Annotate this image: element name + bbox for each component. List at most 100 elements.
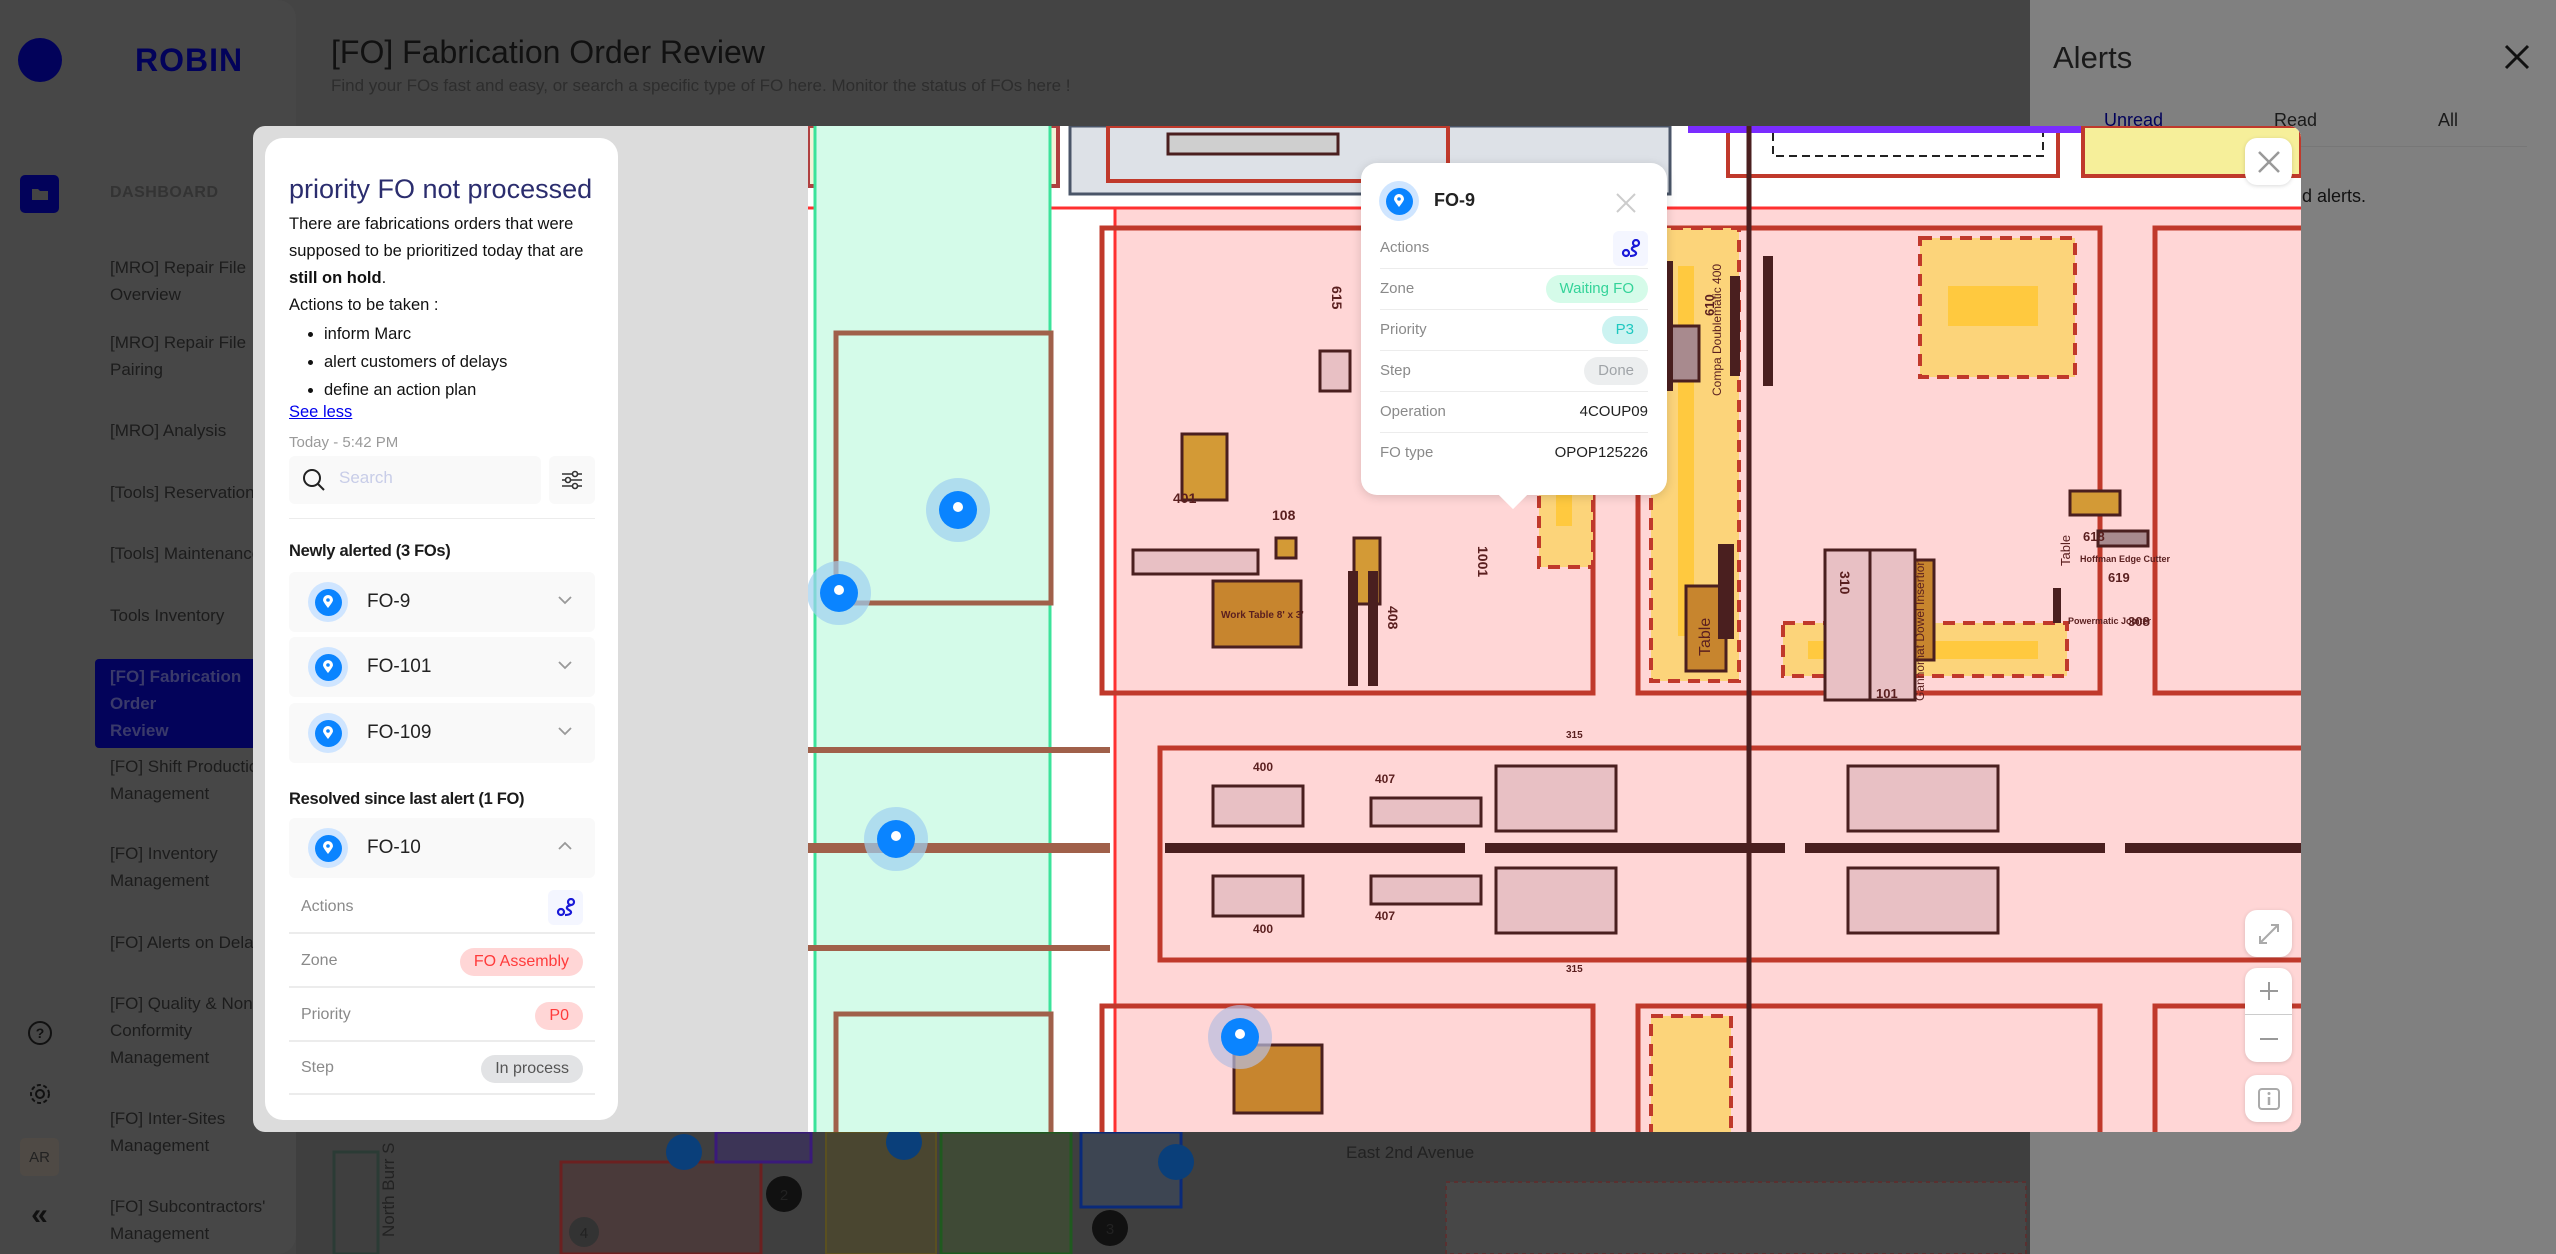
zoom-out-button[interactable] [2245, 1015, 2292, 1062]
map-pin[interactable] [808, 561, 871, 625]
zoom-in-button[interactable] [2245, 968, 2292, 1015]
pin-icon [1379, 181, 1419, 221]
map-pin-fo-9[interactable] [926, 478, 990, 542]
map-label: 308 [2128, 614, 2150, 629]
page-title: [FO] Fabrication Order Review [331, 34, 765, 70]
popup-row-priority: Priority P3 [1380, 310, 1648, 351]
zone-number: 3 [1106, 1221, 1114, 1238]
search-input[interactable] [339, 468, 529, 488]
folder-icon[interactable] [20, 175, 59, 213]
route-icon [1621, 238, 1640, 257]
map-label: 101 [1876, 686, 1898, 701]
sidebar-item-fo-subcontractors[interactable]: [FO] Subcontractors' Management [110, 1193, 296, 1247]
map-label: Compa Doublematic 400 [1710, 264, 1724, 396]
map-label: 315 [1566, 730, 1583, 741]
step-label: Step [301, 1059, 334, 1076]
fo-type-label: FO type [1380, 444, 1434, 461]
actions-heading: Actions to be taken : [289, 296, 439, 314]
alert-description-text: There are fabrications orders that were … [289, 215, 584, 260]
resolved-heading: Resolved since last alert (1 FO) [289, 790, 525, 808]
plus-icon [2259, 982, 2278, 1000]
minus-icon [2259, 1037, 2278, 1040]
help-icon[interactable]: ? [20, 1014, 59, 1052]
map-label: Work Table 8' x 3' [1221, 610, 1304, 621]
filter-button[interactable] [549, 456, 595, 504]
close-alerts-icon[interactable] [2498, 38, 2536, 76]
alert-description-end: . [381, 269, 387, 287]
detail-row-zone: Zone FO Assembly [289, 936, 595, 988]
zone-label: Zone [301, 952, 338, 969]
alerts-empty-text: d alerts. [2302, 186, 2367, 206]
map-label: Gannomat Dowel Insertion [1913, 559, 1927, 701]
priority-label: Priority [301, 1006, 351, 1023]
chevron-down-icon[interactable] [557, 659, 573, 671]
priority-badge: P0 [535, 1002, 583, 1030]
see-less-link[interactable]: See less [289, 403, 352, 422]
tab-all[interactable]: All [2438, 110, 2458, 131]
map-label: 407 [1375, 909, 1395, 923]
fo-list-item[interactable]: FO-101 [289, 637, 595, 697]
zone-number: 4 [580, 1225, 588, 1242]
pin-icon [308, 713, 348, 753]
map-label: 400 [1253, 760, 1273, 774]
robin-logo-icon [18, 38, 62, 82]
sidebar: ROBIN DASHBOARD [MRO] Repair File Overvi… [0, 0, 296, 1254]
action-item: define an action plan [324, 376, 507, 404]
expand-icon [2258, 923, 2279, 944]
map-pin[interactable] [1208, 1005, 1272, 1069]
factory-map[interactable]: 401 108 615 411 311 500 1001 408 Work Ta… [808, 126, 2301, 1132]
alert-title: priority FO not processed [289, 174, 593, 204]
map-pin[interactable] [864, 807, 928, 871]
map-label: 400 [1253, 922, 1273, 936]
sidebar-section-dashboard: DASHBOARD [110, 184, 219, 201]
alert-description-bold: still on hold [289, 269, 382, 287]
detail-row-step: Step In process [289, 1043, 595, 1095]
newly-alerted-heading: Newly alerted (3 FOs) [289, 542, 451, 560]
fo-popup: FO-9 Actions Zone Waiting FO Priority P3… [1361, 163, 1667, 510]
alert-timestamp: Today - 5:42 PM [289, 434, 399, 451]
info-button[interactable] [2245, 1075, 2292, 1122]
divider [289, 518, 595, 519]
robin-logo: ROBIN [135, 42, 244, 78]
fo-name: FO-101 [367, 656, 432, 677]
fullscreen-button[interactable] [2245, 910, 2292, 957]
map-label: 108 [1272, 507, 1296, 523]
filter-sliders-icon [562, 470, 582, 490]
search-icon [303, 469, 325, 491]
alert-description: There are fabrications orders that were … [289, 211, 599, 292]
step-label: Step [1380, 362, 1411, 379]
gear-icon[interactable] [20, 1075, 59, 1113]
pin-icon [308, 647, 348, 687]
fo-list-item-expanded[interactable]: FO-10 [289, 818, 595, 878]
map-label: 615 [1329, 286, 1345, 310]
collapse-sidebar-icon[interactable]: « [20, 1196, 59, 1234]
route-action-button[interactable] [1613, 231, 1648, 266]
user-avatar[interactable]: AR [20, 1138, 59, 1176]
chevron-up-icon[interactable] [557, 840, 573, 852]
street-label: East 2nd Avenue [1346, 1143, 1474, 1162]
map-pin-marker[interactable] [666, 1134, 702, 1170]
popup-row-step: Step Done [1380, 351, 1648, 392]
actions-label: Actions [1380, 239, 1430, 256]
actions-label: Actions [301, 898, 354, 915]
step-badge: In process [481, 1055, 583, 1083]
chevron-down-icon[interactable] [557, 725, 573, 737]
chevron-down-icon[interactable] [557, 594, 573, 606]
fo-name: FO-10 [367, 837, 421, 858]
map-label: 315 [1566, 964, 1583, 975]
route-action-button[interactable] [548, 890, 583, 925]
search-field[interactable] [289, 456, 541, 504]
close-map-button[interactable] [2245, 138, 2292, 185]
action-item: inform Marc [324, 320, 507, 348]
map-label: Table [2058, 535, 2073, 566]
fo-list-item[interactable]: FO-9 [289, 572, 595, 632]
actions-list: inform Marc alert customers of delays de… [324, 320, 507, 404]
fo-list-item[interactable]: FO-109 [289, 703, 595, 763]
close-popup-icon[interactable] [1615, 192, 1637, 214]
zone-badge: FO Assembly [459, 948, 583, 976]
close-icon [2257, 150, 2280, 173]
map-label: Table [1697, 618, 1714, 656]
map-pin-marker[interactable] [1158, 1144, 1194, 1180]
fo-name: FO-9 [367, 591, 411, 612]
popup-row-operation: Operation 4COUP09 [1380, 392, 1648, 433]
